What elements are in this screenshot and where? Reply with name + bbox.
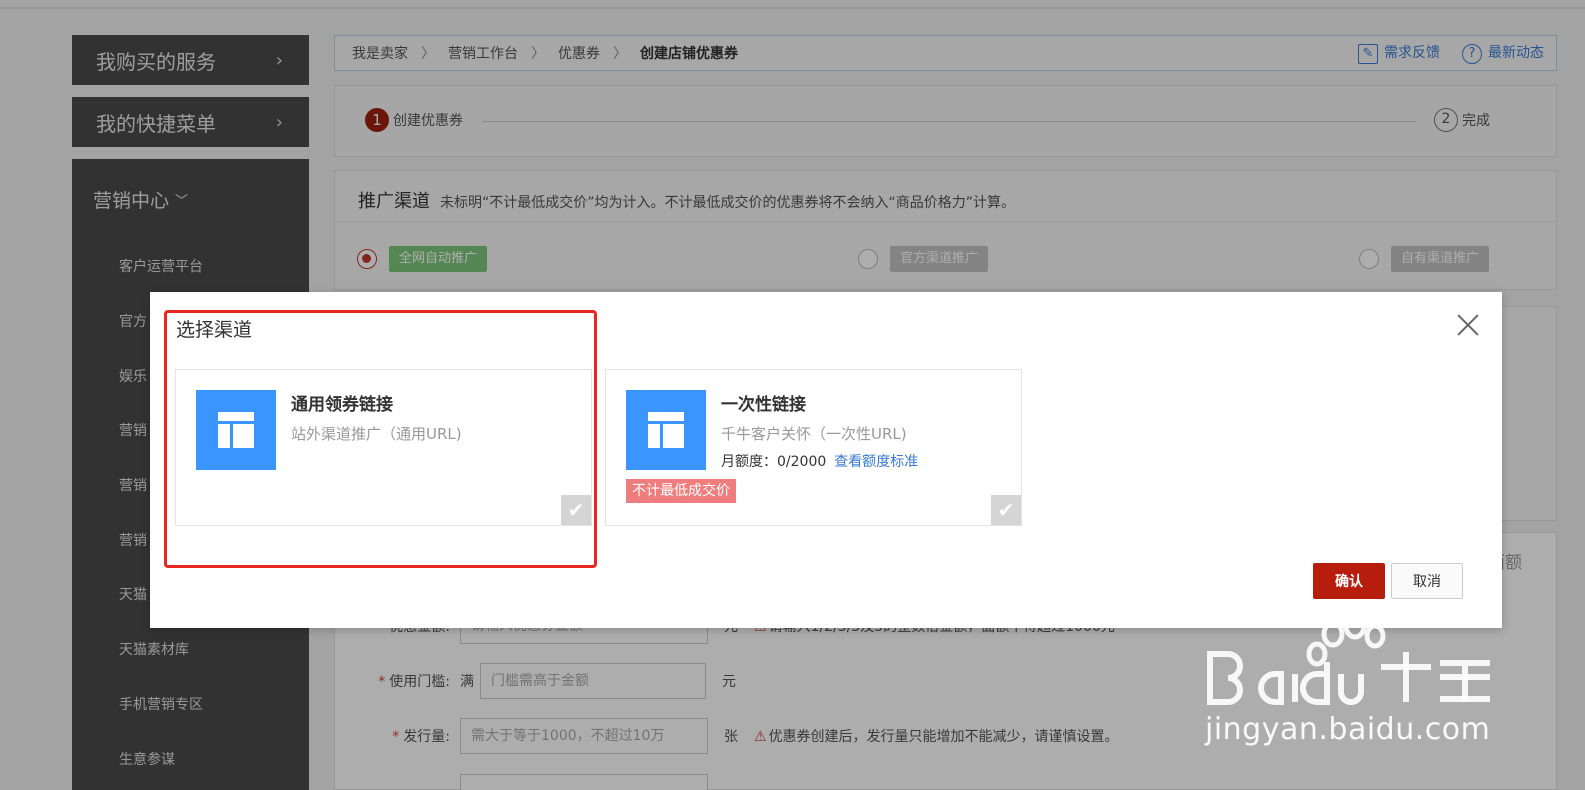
close-icon[interactable]	[1456, 313, 1480, 337]
exclude-min-price-badge: 不计最低成交价	[626, 479, 736, 503]
channel-card-general[interactable]: 通用领券链接 站外渠道推广（通用URL) ✔	[175, 369, 592, 526]
confirm-button[interactable]: 确认	[1313, 563, 1385, 599]
quota-label: 月额度：0/2000	[721, 454, 827, 470]
card-subtitle: 千牛客户关怀（一次性URL)	[721, 425, 907, 443]
checkmark-icon[interactable]: ✔	[991, 495, 1021, 525]
quota-standard-link[interactable]: 查看额度标准	[834, 454, 918, 470]
page: 我购买的服务 › 我的快捷菜单 › 营销中心 ﹀ 客户运营平台 官方 娱乐 营销…	[0, 0, 1585, 790]
layout-icon	[196, 390, 276, 470]
card-subtitle: 站外渠道推广（通用URL)	[291, 425, 462, 443]
channel-card-onetime[interactable]: 一次性链接 千牛客户关怀（一次性URL) 月额度：0/2000 查看额度标准 不计…	[605, 369, 1022, 526]
cancel-button[interactable]: 取消	[1391, 563, 1463, 599]
card-title: 通用领券链接	[291, 395, 393, 415]
dialog-title: 选择渠道	[176, 319, 253, 341]
watermark-text: jingyan.baidu.com	[1205, 712, 1491, 747]
card-title: 一次性链接	[721, 395, 806, 415]
layout-icon	[626, 390, 706, 470]
checkmark-icon[interactable]: ✔	[561, 495, 591, 525]
card-quota: 月额度：0/2000 查看额度标准	[721, 451, 918, 471]
select-channel-dialog: 选择渠道 通用领券链接 站外渠道推广（通用URL) ✔ 一次性链接 千牛客户关怀…	[150, 292, 1502, 628]
